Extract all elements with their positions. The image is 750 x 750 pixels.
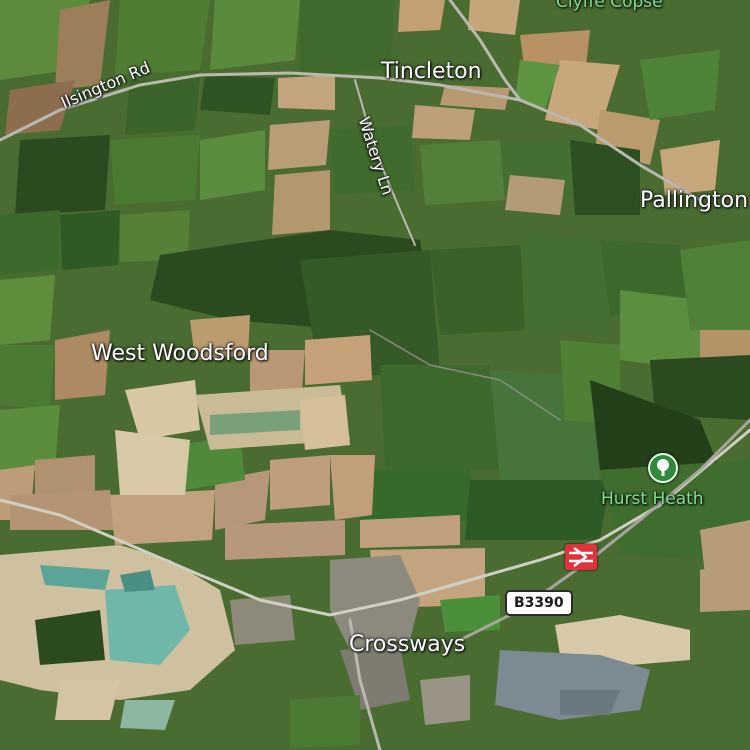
railway-symbol-icon xyxy=(569,547,593,567)
place-label-clyffe-copse[interactable]: Clyffe Copse xyxy=(556,0,663,11)
place-label-crossways[interactable]: Crossways xyxy=(349,634,465,656)
railway-station-icon[interactable] xyxy=(565,544,597,570)
tree-symbol-icon xyxy=(657,459,669,476)
place-label-pallington[interactable]: Pallington xyxy=(640,190,748,212)
place-label-west-woodsford[interactable]: West Woodsford xyxy=(91,343,269,365)
road-shield-b3390[interactable]: B3390 xyxy=(505,590,573,616)
place-label-tincleton[interactable]: Tincleton xyxy=(381,61,482,83)
place-label-hurst-heath[interactable]: Hurst Heath xyxy=(601,491,704,508)
tree-icon[interactable] xyxy=(648,453,678,483)
